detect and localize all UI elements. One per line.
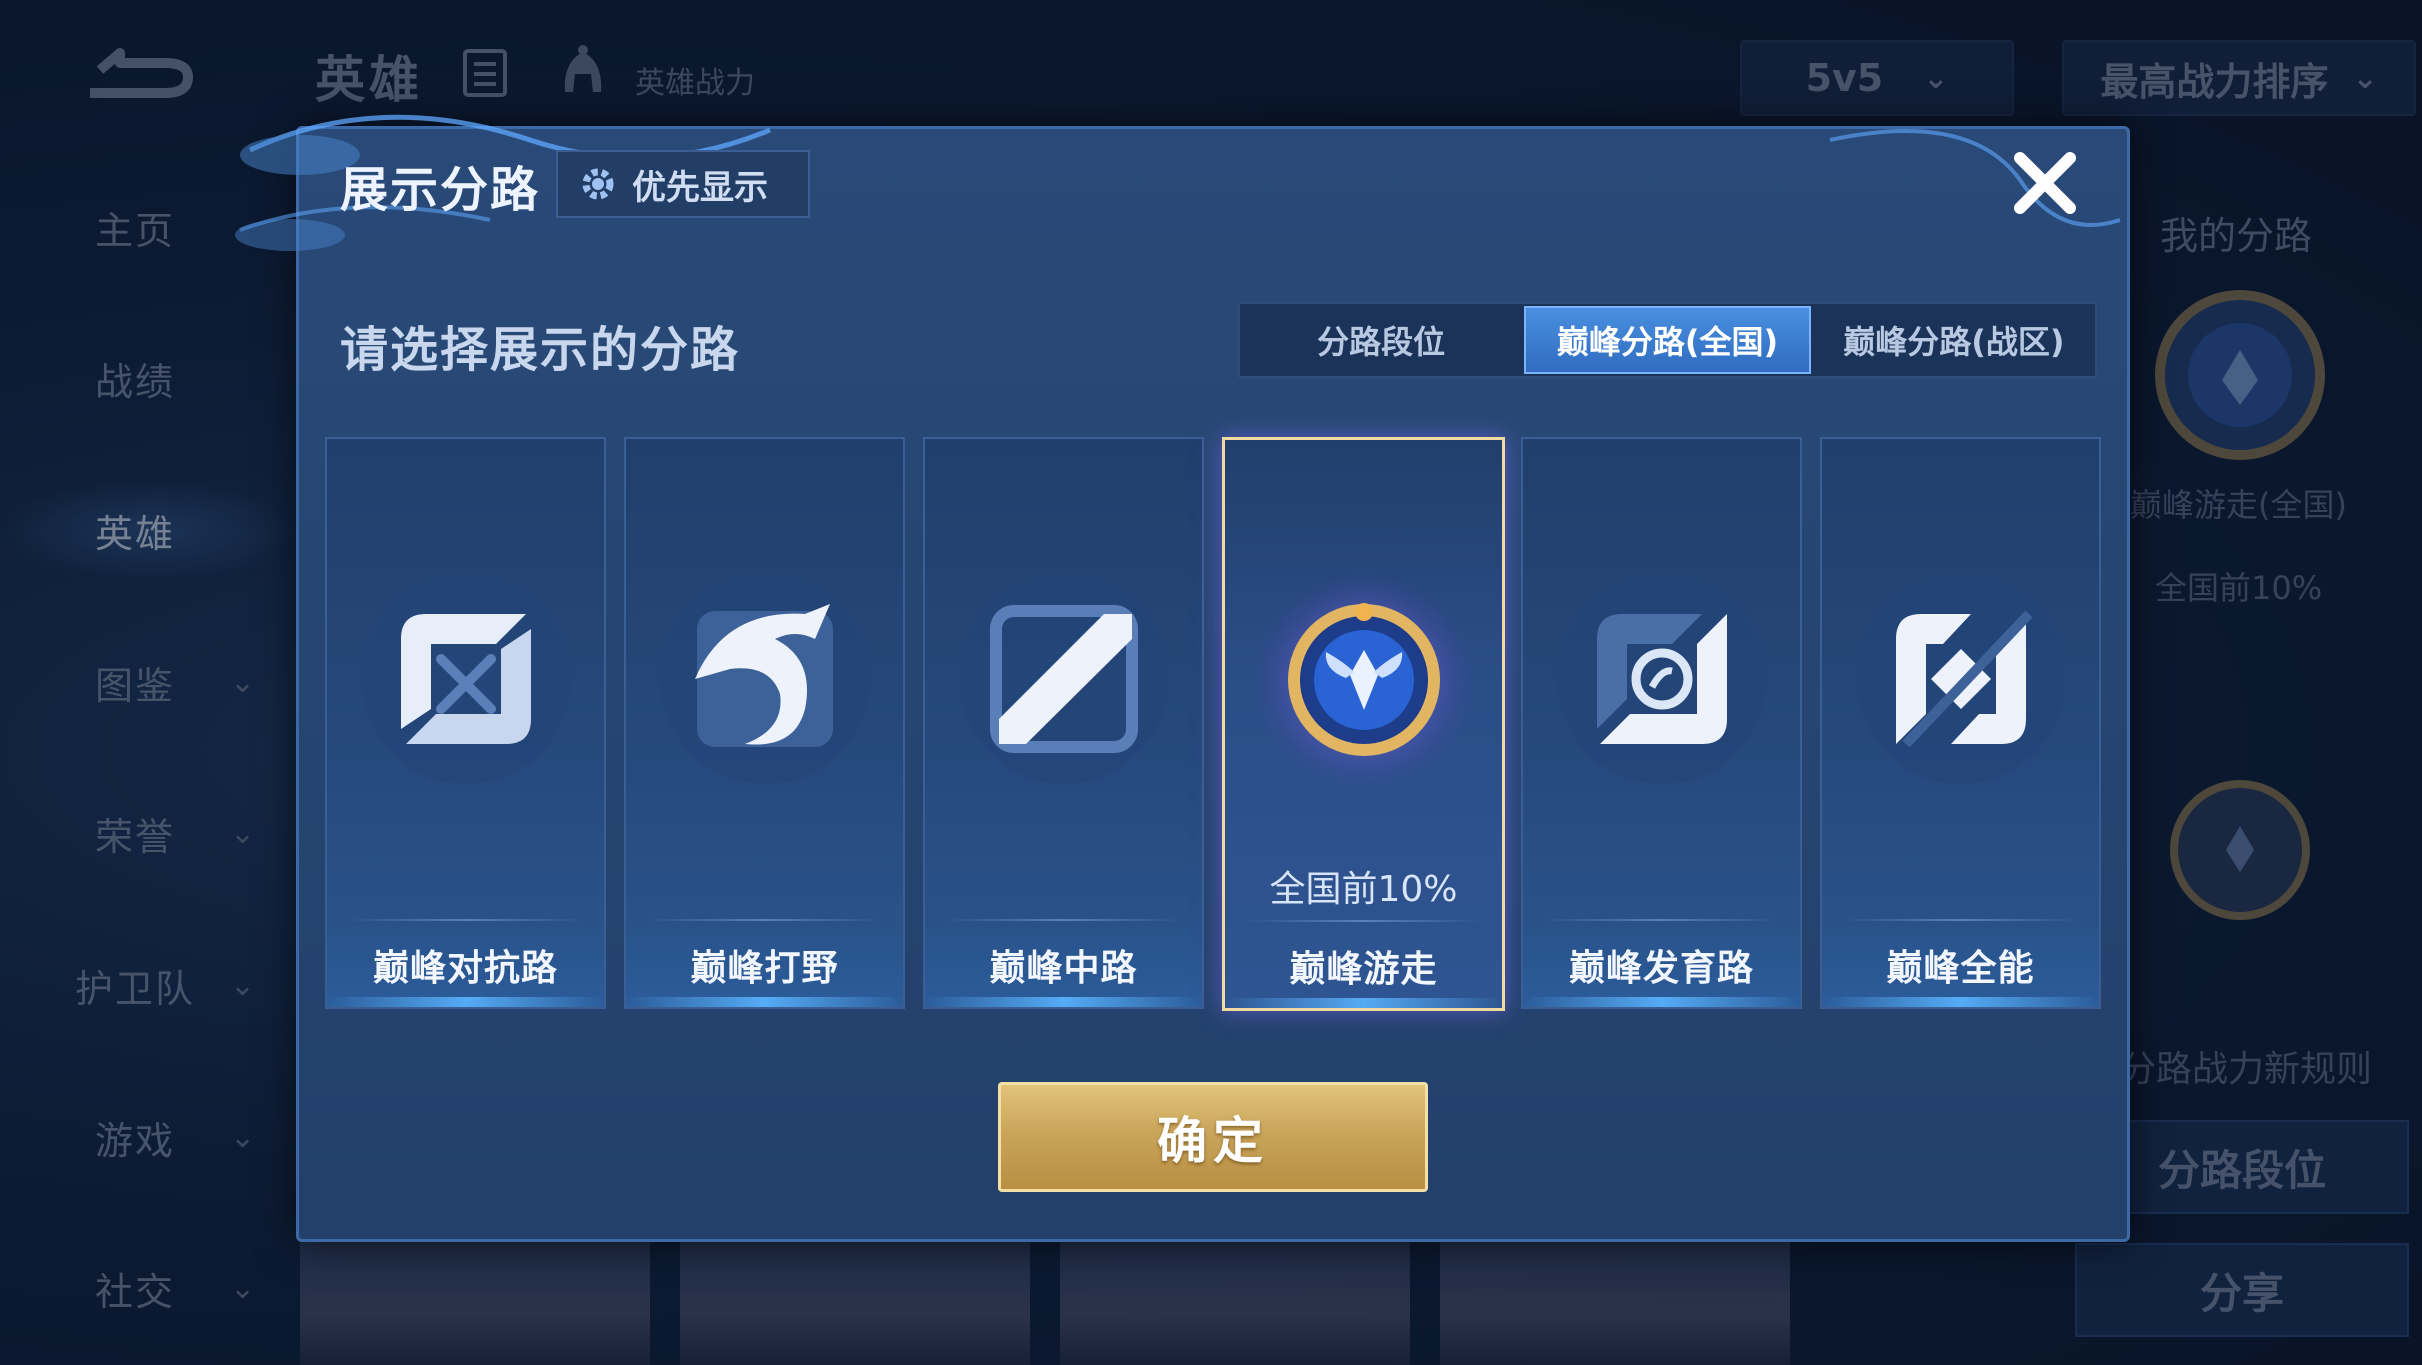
- lane-card-adc[interactable]: 巅峰发育路: [1521, 437, 1802, 1009]
- dialog-subtitle: 请选择展示的分路: [340, 322, 741, 378]
- lane-card-name: 巅峰游走: [1289, 949, 1438, 990]
- card-glow: [1225, 998, 1502, 1008]
- lane-card-all-round[interactable]: 巅峰全能: [1820, 437, 2101, 1009]
- lane-card-rank: 全国前10%: [1269, 869, 1458, 910]
- card-divider: [1245, 920, 1482, 922]
- close-icon[interactable]: [2010, 148, 2080, 218]
- card-glow: [1822, 997, 2099, 1007]
- dialog-title: 展示分路: [340, 162, 541, 218]
- lane-card-name: 巅峰发育路: [1568, 948, 1754, 989]
- lane-card-name: 巅峰对抗路: [372, 948, 558, 989]
- card-glow: [1523, 997, 1800, 1007]
- tab-lane-rank[interactable]: 分路段位: [1240, 304, 1522, 376]
- mid-lane-icon: [958, 574, 1169, 784]
- confirm-button[interactable]: 确定: [998, 1082, 1428, 1192]
- decorative-swirl: [1829, 129, 2121, 227]
- lane-card-jungle[interactable]: 巅峰打野: [624, 437, 905, 1009]
- card-divider: [1842, 919, 2079, 921]
- priority-display-label: 优先显示: [632, 167, 768, 208]
- tab-peak-national[interactable]: 巅峰分路(全国): [1524, 306, 1811, 374]
- lane-tabs: 分路段位 巅峰分路(全国) 巅峰分路(战区): [1238, 302, 2097, 378]
- lane-card-name: 巅峰中路: [989, 948, 1138, 989]
- card-divider: [1543, 919, 1780, 921]
- lane-card-top[interactable]: 巅峰对抗路: [325, 437, 606, 1009]
- card-glow: [626, 997, 903, 1007]
- lane-card-mid[interactable]: 巅峰中路: [923, 437, 1204, 1009]
- card-divider: [646, 919, 883, 921]
- all-round-icon: [1855, 574, 2066, 784]
- priority-display-button[interactable]: 优先显示: [556, 150, 810, 218]
- dragon-jungle-icon: [659, 574, 870, 784]
- card-glow: [327, 997, 604, 1007]
- lane-card-support[interactable]: 全国前10% 巅峰游走: [1222, 437, 1505, 1011]
- card-divider: [347, 919, 584, 921]
- lane-card-name: 巅峰打野: [690, 948, 839, 989]
- gear-icon: [582, 168, 614, 200]
- winged-emblem-icon: [1255, 572, 1472, 788]
- card-divider: [945, 919, 1182, 921]
- card-glow: [925, 997, 1202, 1007]
- lane-card-name: 巅峰全能: [1886, 948, 2035, 989]
- marksman-lane-icon: [1556, 574, 1767, 784]
- sword-lane-icon: [360, 574, 571, 784]
- tab-peak-region[interactable]: 巅峰分路(战区): [1813, 304, 2095, 376]
